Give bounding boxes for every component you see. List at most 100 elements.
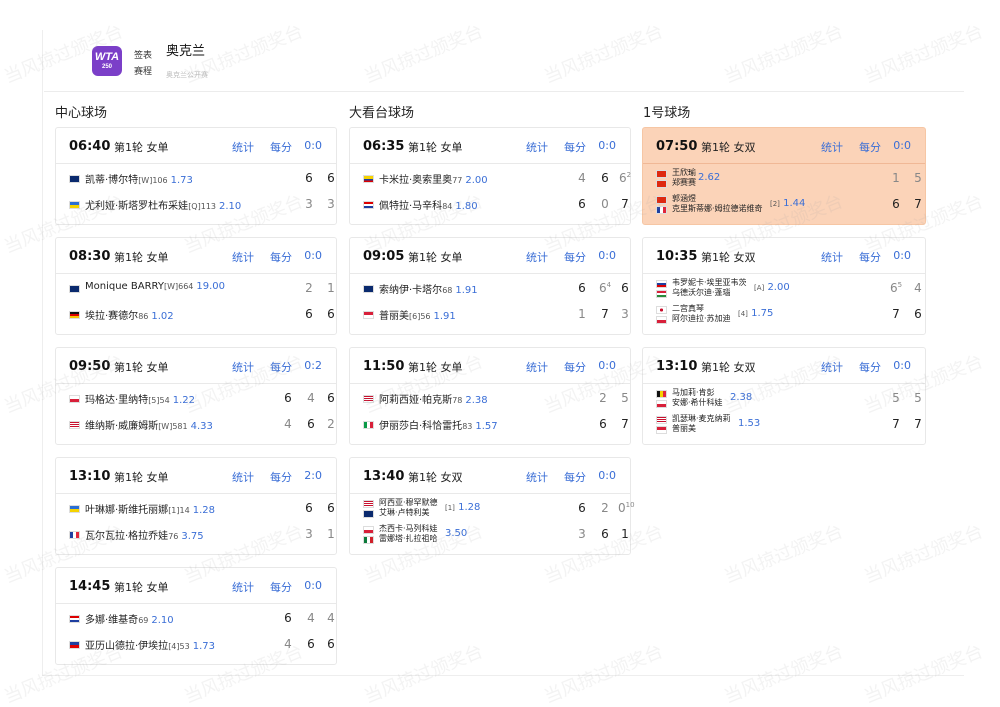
odds-value[interactable]: 1.73 [193, 641, 215, 652]
match-card[interactable]: 14:45 第1轮 女单 统计 每分 0:0 多娜·维基奇69 2.10 6 4 4 亚历山德拉·伊… [55, 567, 337, 665]
points-link[interactable]: 每分 [859, 139, 881, 155]
stats-link[interactable]: 统计 [232, 579, 254, 595]
match-score[interactable]: 0:0 [304, 579, 322, 592]
stats-link[interactable]: 统计 [821, 139, 843, 155]
odds-value[interactable]: 2.00 [764, 282, 789, 293]
odds-value[interactable]: 1.57 [475, 421, 497, 432]
stats-link[interactable]: 统计 [232, 359, 254, 375]
odds-value[interactable]: 1.44 [780, 198, 805, 209]
points-link[interactable]: 每分 [270, 139, 292, 155]
odds-value[interactable]: 3.75 [181, 531, 203, 542]
points-link[interactable]: 每分 [270, 359, 292, 375]
player-name[interactable]: 叶琳娜·斯维托丽娜[1]14 1.28 [85, 501, 215, 516]
odds-value[interactable]: 1.53 [738, 418, 760, 429]
nav-draw[interactable]: 签表 [134, 48, 152, 61]
match-score[interactable]: 0:0 [304, 249, 322, 262]
player-name[interactable]: 瓦尔瓦拉·格拉乔娃76 3.75 [85, 527, 204, 542]
stats-link[interactable]: 统计 [232, 139, 254, 155]
player-row[interactable]: 瓦尔瓦拉·格拉乔娃76 3.75 3 1 [69, 522, 335, 546]
stats-link[interactable]: 统计 [526, 139, 548, 155]
player-name[interactable]: 佩特拉·马辛科84 1.80 [379, 197, 478, 212]
stats-link[interactable]: 统计 [821, 359, 843, 375]
player-name[interactable]: 凯蒂·博尔特[W]106 1.73 [85, 171, 193, 186]
match-card[interactable]: 06:40 第1轮 女单 统计 每分 0:0 凯蒂·博尔特[W]106 1.73 6 6 尤利娅·… [55, 127, 337, 225]
match-score[interactable]: 0:0 [304, 139, 322, 152]
odds-value[interactable]: 2.00 [465, 175, 487, 186]
partner-name[interactable]: 安娜·希什科娃 [672, 397, 723, 408]
odds-value[interactable]: 2.38 [730, 392, 752, 403]
player-name[interactable]: 多娜·维基奇69 2.10 [85, 611, 174, 626]
player-row[interactable]: 维纳斯·威廉姆斯[W]581 4.33 4 6 2 [69, 412, 335, 436]
match-card[interactable]: 10:35 第1轮 女双 统计 每分 0:0 韦罗妮卡·埃里亚韦茨 乌德沃尔迪·蓬瑙 [A] … [642, 237, 926, 335]
match-score[interactable]: 0:0 [893, 249, 911, 262]
wta-logo[interactable]: WTA 250 [92, 46, 122, 76]
odds-value[interactable]: 1.75 [748, 308, 773, 319]
player-row[interactable]: 王欣瑜 郑赛赛 2.62 1 5 [656, 166, 922, 190]
partner-name[interactable]: 雷娜塔·扎拉祖哈 [379, 533, 438, 544]
odds-value[interactable]: 19.00 [196, 281, 225, 292]
match-card[interactable]: 13:10 第1轮 女双 统计 每分 0:0 马加莉·肯彭 安娜·希什科娃 2.38 5 5 凯瑟… [642, 347, 926, 445]
player-row[interactable]: 卡米拉·奥索里奥77 2.00 4 6 62 [363, 166, 631, 190]
stats-link[interactable]: 统计 [232, 469, 254, 485]
player-name[interactable]: 普丽美[6]56 1.91 [379, 307, 456, 322]
player-row[interactable]: 伊丽莎白·科恰雷托83 1.57 6 7 [363, 412, 629, 436]
odds-value[interactable]: 1.22 [173, 395, 195, 406]
player-row[interactable]: 叶琳娜·斯维托丽娜[1]14 1.28 6 6 [69, 496, 335, 520]
player-row[interactable]: 凯瑟琳·麦克纳莉 普丽美 1.53 7 7 [656, 412, 922, 436]
odds-value[interactable]: 3.50 [445, 528, 467, 539]
odds-value[interactable]: 2.10 [219, 201, 241, 212]
nav-schedule[interactable]: 赛程 [134, 64, 152, 77]
match-card[interactable]: 09:50 第1轮 女单 统计 每分 0:2 玛格达·里纳特[5]54 1.22 6 4 6 维纳斯… [55, 347, 337, 445]
odds-value[interactable]: 2.10 [151, 615, 173, 626]
odds-value[interactable]: 4.33 [191, 421, 213, 432]
odds-value[interactable]: 2.38 [465, 395, 487, 406]
partner-name[interactable]: 艾琳·卢特利美 [379, 507, 430, 518]
points-link[interactable]: 每分 [564, 469, 586, 485]
match-card[interactable]: 13:40 第1轮 女双 统计 每分 0:0 阿西亚·穆罕默德 艾琳·卢特利美 [1] 1.2… [349, 457, 635, 555]
points-link[interactable]: 每分 [270, 579, 292, 595]
odds-value[interactable]: 1.80 [455, 201, 477, 212]
player-name[interactable]: 尤利娅·斯塔罗杜布采娃[Q]113 2.10 [85, 197, 241, 212]
player-row[interactable]: 杰西卡·马列科娃 雷娜塔·扎拉祖哈 3.50 3 6 1 [363, 522, 629, 546]
odds-value[interactable]: 1.73 [171, 175, 193, 186]
player-name[interactable]: 卡米拉·奥索里奥77 2.00 [379, 171, 488, 186]
player-row[interactable]: 佩特拉·马辛科84 1.80 6 0 7 [363, 192, 629, 216]
odds-value[interactable]: 2.62 [698, 172, 720, 183]
stats-link[interactable]: 统计 [526, 469, 548, 485]
player-name[interactable]: 埃拉·赛德尔86 1.02 [85, 307, 174, 322]
match-score[interactable]: 0:0 [598, 359, 616, 372]
match-card[interactable]: 13:10 第1轮 女单 统计 每分 2:0 叶琳娜·斯维托丽娜[1]14 1.28 6 6 瓦尔… [55, 457, 337, 555]
player-row[interactable]: 尤利娅·斯塔罗杜布采娃[Q]113 2.10 3 3 [69, 192, 335, 216]
odds-value[interactable]: 1.02 [151, 311, 173, 322]
partner-name[interactable]: 普丽美 [672, 423, 696, 434]
points-link[interactable]: 每分 [270, 469, 292, 485]
player-row[interactable]: 普丽美[6]56 1.91 1 7 3 [363, 302, 629, 326]
match-score[interactable]: 0:2 [304, 359, 322, 372]
player-row[interactable]: 亚历山德拉·伊埃拉[4]53 1.73 4 6 6 [69, 632, 335, 656]
match-score[interactable]: 0:0 [598, 249, 616, 262]
player-row[interactable]: 郭涵煜 克里斯蒂娜·姆拉德诺维奇 [2] 1.44 6 7 [656, 192, 922, 216]
player-name[interactable]: 伊丽莎白·科恰雷托83 1.57 [379, 417, 498, 432]
match-score[interactable]: 0:0 [893, 359, 911, 372]
player-row[interactable]: 凯蒂·博尔特[W]106 1.73 6 6 [69, 166, 335, 190]
points-link[interactable]: 每分 [564, 359, 586, 375]
odds-value[interactable]: 1.91 [434, 311, 456, 322]
player-row[interactable]: 韦罗妮卡·埃里亚韦茨 乌德沃尔迪·蓬瑙 [A] 2.00 65 4 [656, 276, 922, 300]
odds-value[interactable]: 1.91 [455, 285, 477, 296]
player-row[interactable]: 索纳伊·卡塔尔68 1.91 6 64 6 [363, 276, 629, 300]
player-name[interactable]: 维纳斯·威廉姆斯[W]581 4.33 [85, 417, 213, 432]
stats-link[interactable]: 统计 [821, 249, 843, 265]
player-name[interactable]: 玛格达·里纳特[5]54 1.22 [85, 391, 195, 406]
player-row[interactable]: 玛格达·里纳特[5]54 1.22 6 4 6 [69, 386, 335, 410]
player-row[interactable]: 马加莉·肯彭 安娜·希什科娃 2.38 5 5 [656, 386, 922, 410]
partner-name[interactable]: 乌德沃尔迪·蓬瑙 [672, 287, 731, 298]
match-score[interactable]: 2:0 [304, 469, 322, 482]
player-row[interactable]: 多娜·维基奇69 2.10 6 4 4 [69, 606, 335, 630]
stats-link[interactable]: 统计 [526, 249, 548, 265]
player-name[interactable]: Monique BARRY[W]664 19.00 [85, 281, 225, 292]
player-row[interactable]: 埃拉·赛德尔86 1.02 6 6 [69, 302, 335, 326]
match-score[interactable]: 0:0 [598, 469, 616, 482]
stats-link[interactable]: 统计 [526, 359, 548, 375]
points-link[interactable]: 每分 [859, 249, 881, 265]
match-card[interactable]: 08:30 第1轮 女单 统计 每分 0:0 Monique BARRY[W]664 19.… [55, 237, 337, 335]
